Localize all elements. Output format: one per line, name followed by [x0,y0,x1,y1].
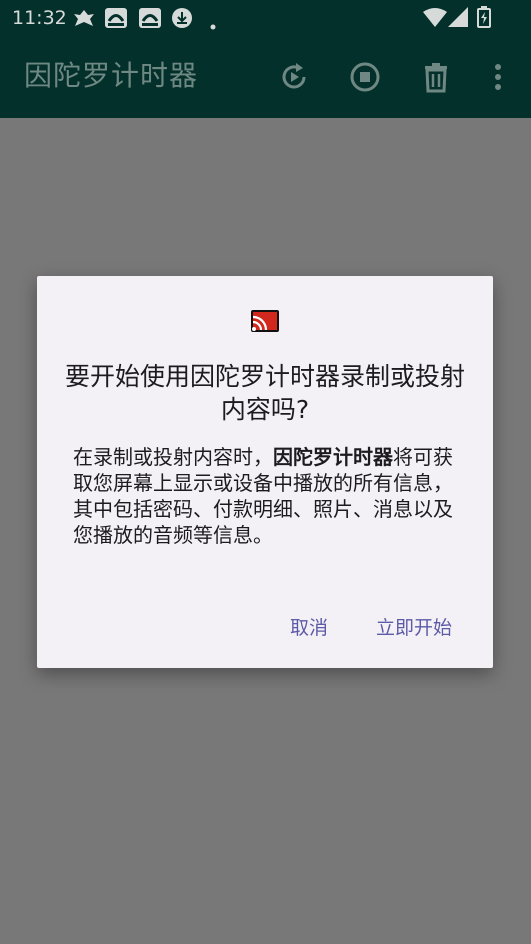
delete-icon[interactable] [418,59,454,95]
signal-icon [448,7,468,31]
cast-permission-dialog: 要开始使用因陀罗计时器录制或投射内容吗? 在录制或投射内容时，因陀罗计时器将可获… [37,276,493,668]
more-vert-icon[interactable] [480,59,516,95]
photo-app-icon [104,7,128,33]
wifi-icon [423,8,447,32]
dialog-message-app-name: 因陀罗计时器 [273,445,393,469]
app-title: 因陀罗计时器 [24,59,199,92]
status-bar: 11:32 [0,0,531,36]
dialog-title: 要开始使用因陀罗计时器录制或投射内容吗? [64,362,465,424]
dialog-message-prefix: 在录制或投射内容时， [73,445,273,469]
dot-icon [210,15,216,34]
battery-icon [477,6,491,32]
status-time: 11:32 [12,7,67,29]
cast-icon [250,309,280,333]
photo-app-icon [138,7,162,33]
start-now-button[interactable]: 立即开始 [376,616,452,640]
cancel-button[interactable]: 取消 [290,616,328,640]
replay-icon[interactable] [276,59,312,95]
stop-record-icon[interactable] [347,59,383,95]
notification-app-icon [72,8,96,32]
app-bar: 因陀罗计时器 [0,36,531,118]
dialog-message: 在录制或投射内容时，因陀罗计时器将可获取您屏幕上显示或设备中播放的所有信息，其中… [73,444,459,548]
download-icon [170,7,194,33]
